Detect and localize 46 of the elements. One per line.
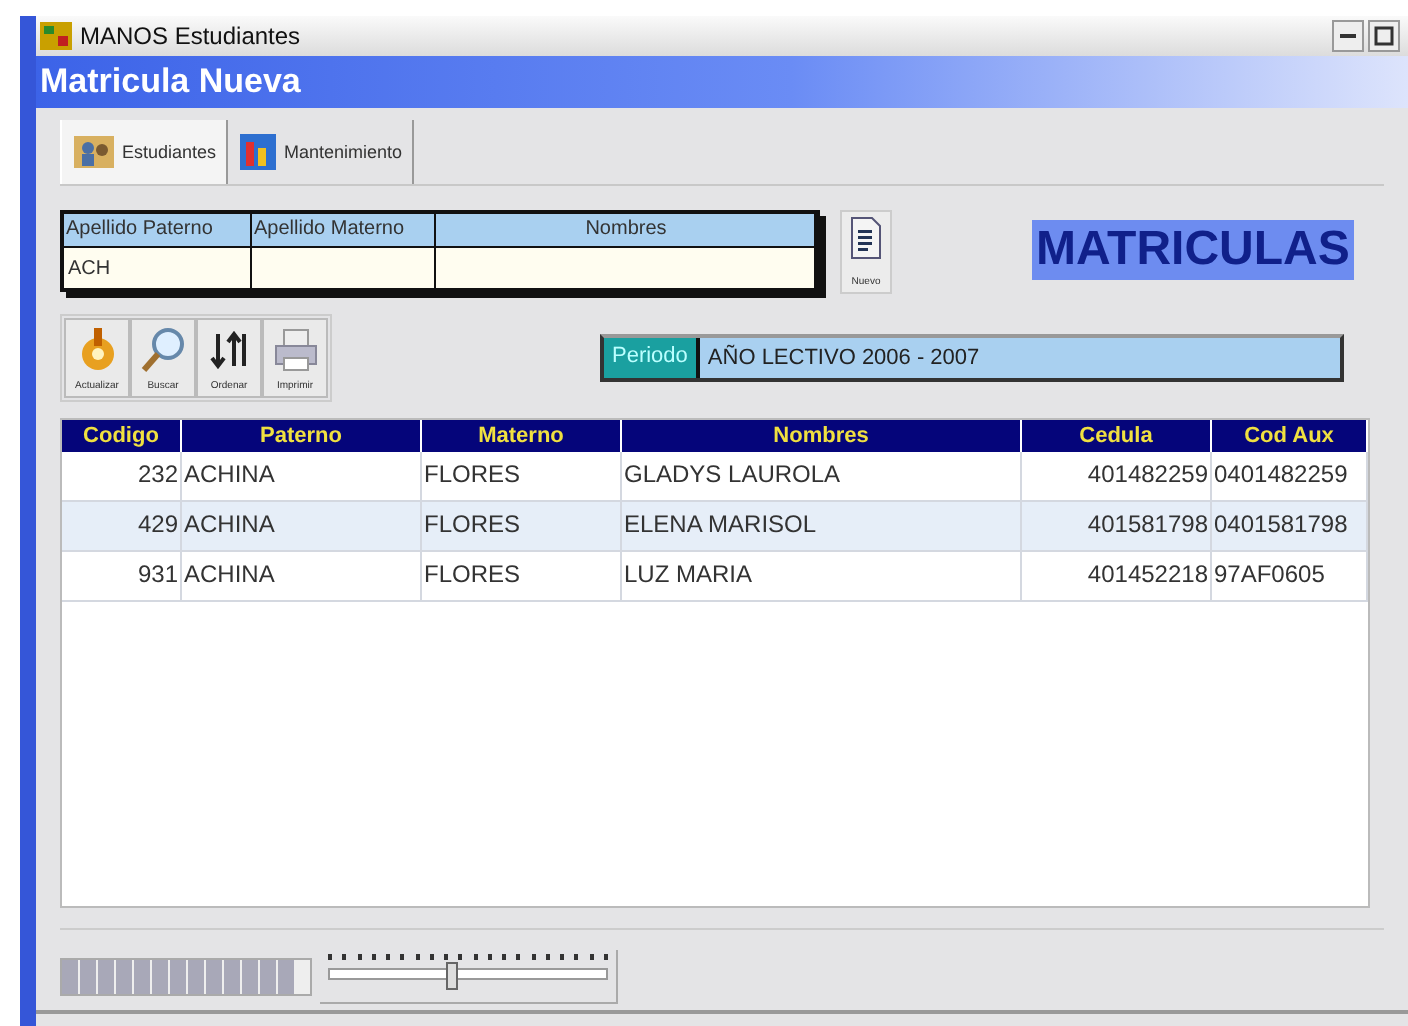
- page-heading: MATRICULAS: [1032, 220, 1354, 280]
- maximize-button[interactable]: [1368, 20, 1400, 52]
- period-value: AÑO LECTIVO 2006 - 2007: [705, 346, 980, 370]
- table-cell: 429: [137, 510, 178, 538]
- search-field[interactable]: [252, 248, 436, 288]
- window-title: MANOS Estudiantes: [80, 22, 301, 50]
- table-row[interactable]: 232 ACHINA FLORES GLADYS LAUROLA 401482259 0401482259: [62, 452, 1368, 502]
- table-cell: ACHINA: [184, 560, 275, 588]
- table-cell: 931: [137, 560, 178, 588]
- table-cell: 0401581798: [1214, 510, 1348, 538]
- table-row[interactable]: 429 ACHINA FLORES ELENA MARISOL 401581798 0401581798: [62, 502, 1368, 552]
- chart-icon: [238, 132, 279, 172]
- document-icon: [850, 216, 882, 260]
- table-cell: 232: [137, 460, 178, 488]
- table-cell: FLORES: [424, 560, 521, 588]
- column-header: Apellido Paterno: [64, 214, 252, 248]
- column-header: Nombres: [436, 214, 816, 248]
- search-icon: [139, 326, 187, 374]
- table-cell: FLORES: [424, 510, 521, 538]
- table-cell: 401482259: [1087, 460, 1208, 488]
- form-title: Matricula Nueva: [40, 62, 301, 102]
- slider[interactable]: [320, 950, 618, 1004]
- table-cell: GLADYS LAUROLA: [624, 460, 841, 488]
- maximize-icon: [1374, 26, 1394, 46]
- app-icon: [40, 22, 72, 50]
- table-cell: ELENA MARISOL: [624, 510, 817, 538]
- slider-thumb[interactable]: [445, 962, 458, 990]
- minimize-button[interactable]: [1332, 20, 1364, 52]
- tab[interactable]: Estudiantes: [60, 120, 229, 184]
- minimize-icon: [1340, 34, 1356, 38]
- search-field[interactable]: ACH: [64, 248, 252, 288]
- column-header: Apellido Materno: [252, 214, 436, 248]
- table-row[interactable]: 931 ACHINA FLORES LUZ MARIA 401452218 97AF0605: [62, 552, 1368, 602]
- printer-icon: [271, 326, 319, 374]
- people-icon: [72, 132, 116, 172]
- period-label: Periodo: [604, 338, 700, 378]
- table-cell: FLORES: [424, 460, 521, 488]
- table-cell: LUZ MARIA: [624, 560, 753, 588]
- table-cell: ACHINA: [184, 510, 275, 538]
- search-field[interactable]: [436, 248, 816, 288]
- period-field[interactable]: Periodo AÑO LECTIVO 2006 - 2007: [600, 334, 1344, 382]
- table-cell: 97AF0605: [1214, 560, 1325, 588]
- table-cell: ACHINA: [184, 460, 275, 488]
- table-cell: 401452218: [1087, 560, 1208, 588]
- table-cell: 401581798: [1087, 510, 1208, 538]
- table-cell: 0401482259: [1214, 460, 1348, 488]
